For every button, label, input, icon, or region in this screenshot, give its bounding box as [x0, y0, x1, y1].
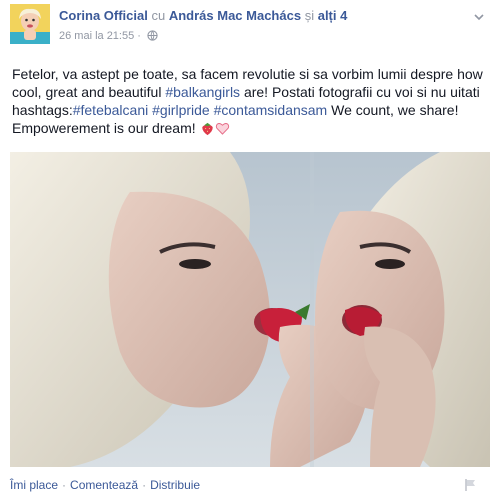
post-text: Fetelor, va astept pe toate, sa facem re…: [12, 65, 492, 140]
chevron-down-icon[interactable]: [472, 10, 486, 24]
hashtag-balkangirls[interactable]: #balkangirls: [165, 84, 240, 100]
globe-icon[interactable]: [147, 30, 158, 42]
post-photo[interactable]: [10, 152, 490, 467]
hashtag-girlpride[interactable]: #girlpride: [152, 102, 210, 118]
meta-separator: ·: [137, 30, 141, 42]
action-separator: ·: [142, 478, 147, 492]
avatar[interactable]: [10, 4, 50, 44]
heart-emoji-icon: [215, 121, 230, 140]
share-button[interactable]: Distribuie: [150, 478, 200, 492]
strawberry-emoji-icon: [200, 121, 215, 140]
author-line: Corina Official cu András Mac Machács și…: [59, 8, 347, 24]
and-word: și: [304, 8, 315, 23]
others-link[interactable]: alți 4: [318, 8, 348, 23]
tagged-person[interactable]: András Mac Machács: [169, 8, 301, 23]
post-actions: Îmi place · Comentează · Distribuie: [10, 478, 200, 493]
facebook-post: Corina Official cu András Mac Machács și…: [0, 0, 500, 504]
flag-icon[interactable]: [464, 478, 478, 492]
post-meta: 26 mai la 21:55 ·: [59, 29, 158, 43]
comment-button[interactable]: Comentează: [70, 478, 138, 492]
author-name[interactable]: Corina Official: [59, 8, 148, 23]
like-button[interactable]: Îmi place: [10, 478, 58, 492]
hashtag-contamsidansam[interactable]: #contamsidansam: [214, 102, 328, 118]
hashtag-fetebalcani[interactable]: #fetebalcani: [73, 102, 149, 118]
with-word: cu: [151, 8, 166, 23]
timestamp[interactable]: 26 mai la 21:55: [59, 30, 134, 42]
action-separator: ·: [62, 478, 67, 492]
post-header: Corina Official cu András Mac Machács și…: [10, 4, 490, 50]
